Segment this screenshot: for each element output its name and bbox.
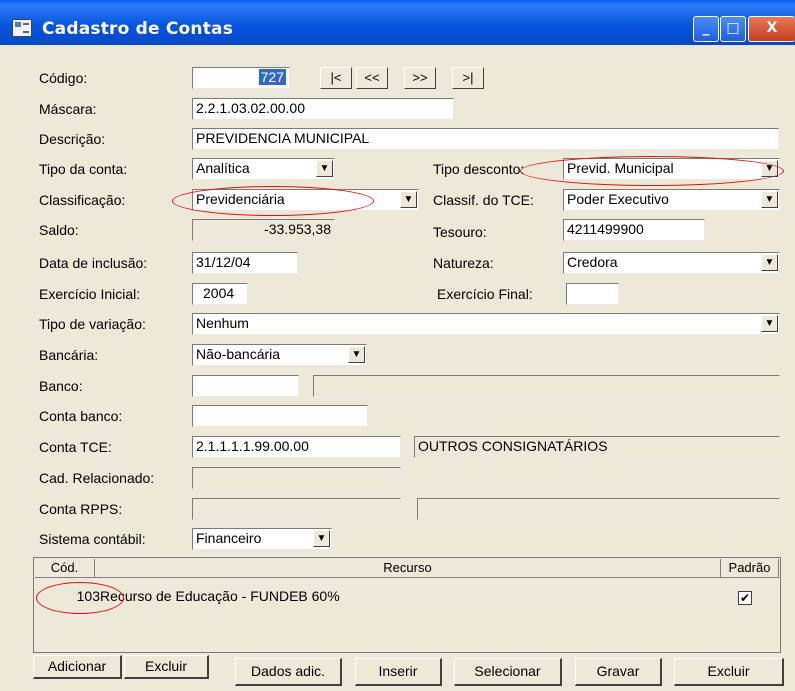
sistema-contabil-label: Sistema contábil: — [39, 531, 146, 547]
data-inclusao-field[interactable]: 31/12/04 — [192, 252, 298, 274]
nav-first-button[interactable]: |< — [320, 67, 352, 89]
grid-cell-recurso[interactable]: Recurso de Educação - FUNDEB 60% — [100, 586, 700, 607]
codigo-label: Código: — [39, 70, 88, 86]
dropdown-arrow-icon[interactable]: ▼ — [761, 315, 778, 332]
mascara-field[interactable]: 2.2.1.03.02.00.00 — [192, 98, 454, 120]
classif-tce-label: Classif. do TCE: — [433, 192, 534, 208]
classif-tce-value: Poder Executivo — [567, 191, 669, 207]
app-window-icon[interactable] — [12, 19, 32, 37]
dados-adic-button[interactable]: Dados adic. — [235, 658, 342, 686]
maximize-button[interactable]: □ — [720, 16, 746, 42]
adicionar-button[interactable]: Adicionar — [33, 655, 122, 679]
banco-desc-field — [313, 375, 780, 397]
mascara-label: Máscara: — [39, 101, 97, 117]
conta-banco-label: Conta banco: — [39, 408, 123, 424]
saldo-field: -33.953,38 — [192, 219, 335, 241]
grid-cell-cod[interactable]: 103 — [40, 586, 100, 607]
natureza-label: Natureza: — [433, 255, 494, 271]
tipo-variacao-value: Nenhum — [196, 315, 249, 331]
cad-relacionado-field — [192, 467, 401, 489]
natureza-value: Credora — [567, 254, 618, 270]
dropdown-arrow-icon[interactable]: ▼ — [316, 160, 333, 177]
inserir-button[interactable]: Inserir — [355, 658, 442, 686]
exercicio-inicial-field[interactable]: 2004 — [192, 283, 248, 305]
exercicio-final-field[interactable] — [566, 283, 619, 305]
tipo-variacao-select[interactable]: Nenhum ▼ — [192, 313, 780, 335]
codigo-field[interactable]: 727 — [192, 67, 290, 89]
nav-last-button[interactable]: >| — [452, 67, 484, 89]
dropdown-arrow-icon[interactable]: ▼ — [761, 160, 778, 177]
window-title: Cadastro de Contas — [42, 19, 234, 39]
conta-rpps-desc-field — [417, 498, 780, 520]
dropdown-arrow-icon[interactable]: ▼ — [348, 346, 365, 363]
nav-next-button[interactable]: >> — [404, 67, 436, 89]
selecionar-button[interactable]: Selecionar — [454, 658, 562, 686]
conta-rpps-label: Conta RPPS: — [39, 501, 123, 517]
tesouro-field[interactable]: 4211499900 — [563, 219, 705, 241]
classificacao-label: Classificação: — [39, 192, 126, 208]
close-button[interactable]: X — [748, 16, 795, 42]
bancaria-label: Bancária: — [39, 347, 99, 363]
natureza-select[interactable]: Credora ▼ — [563, 252, 780, 274]
excluir-recurso-button[interactable]: Excluir — [124, 655, 209, 679]
descricao-field[interactable]: PREVIDENCIA MUNICIPAL — [192, 128, 779, 150]
sistema-contabil-select[interactable]: Financeiro ▼ — [192, 528, 332, 550]
tipo-desconto-select[interactable]: Previd. Municipal ▼ — [563, 158, 780, 180]
tipo-variacao-label: Tipo de variação: — [39, 316, 146, 332]
classificacao-select[interactable]: Previdenciária ▼ — [192, 189, 419, 211]
sistema-contabil-value: Financeiro — [196, 530, 262, 546]
conta-rpps-field — [192, 498, 401, 520]
excluir-button[interactable]: Excluir — [674, 658, 784, 686]
grid-header-padrao[interactable]: Padrão — [721, 559, 779, 578]
saldo-label: Saldo: — [39, 222, 79, 238]
exercicio-inicial-label: Exercício Inicial: — [39, 286, 141, 302]
tipo-conta-value: Analítica — [196, 160, 250, 176]
classificacao-value: Previdenciária — [196, 191, 285, 207]
title-bar[interactable]: Cadastro de Contas _ □ X — [0, 0, 795, 45]
codigo-value: 727 — [258, 69, 286, 85]
minimize-button[interactable]: _ — [693, 16, 719, 42]
gravar-button[interactable]: Gravar — [575, 658, 662, 686]
cadastro-contas-window: Cadastro de Contas _ □ X Código: 727 |< … — [0, 0, 795, 691]
tipo-desconto-value: Previd. Municipal — [567, 160, 674, 176]
banco-field[interactable] — [192, 375, 299, 397]
nav-prev-button[interactable]: << — [356, 67, 388, 89]
tesouro-label: Tesouro: — [433, 224, 487, 240]
cad-relacionado-label: Cad. Relacionado: — [39, 470, 155, 486]
descricao-label: Descrição: — [39, 131, 106, 147]
conta-banco-field[interactable] — [192, 405, 368, 427]
conta-tce-desc-field: OUTROS CONSIGNATÁRIOS — [414, 436, 780, 458]
tipo-conta-select[interactable]: Analítica ▼ — [192, 158, 335, 180]
grid-header-recurso[interactable]: Recurso — [95, 559, 721, 578]
bancaria-select[interactable]: Não-bancária ▼ — [192, 344, 367, 366]
grid-header-cod[interactable]: Cód. — [35, 559, 95, 578]
tipo-desconto-label: Tipo desconto: — [433, 161, 525, 177]
bancaria-value: Não-bancária — [196, 346, 281, 362]
conta-tce-field[interactable]: 2.1.1.1.1.99.00.00 — [192, 436, 401, 458]
padrao-checkbox[interactable]: ✔ — [738, 591, 752, 605]
conta-tce-label: Conta TCE: — [39, 439, 112, 455]
tipo-conta-label: Tipo da conta: — [39, 161, 128, 177]
dropdown-arrow-icon[interactable]: ▼ — [761, 191, 778, 208]
dropdown-arrow-icon[interactable]: ▼ — [761, 254, 778, 271]
dropdown-arrow-icon[interactable]: ▼ — [313, 530, 330, 547]
dropdown-arrow-icon[interactable]: ▼ — [400, 191, 417, 208]
classif-tce-select[interactable]: Poder Executivo ▼ — [563, 189, 780, 211]
banco-label: Banco: — [39, 378, 83, 394]
exercicio-final-label: Exercício Final: — [437, 286, 533, 302]
data-inclusao-label: Data de inclusão: — [39, 255, 148, 271]
